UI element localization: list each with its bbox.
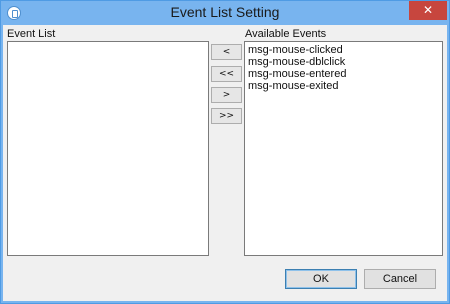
event-list-box[interactable] [7,41,209,256]
list-item[interactable]: msg-mouse-clicked [245,44,442,56]
event-list-label: Event List [7,28,56,40]
move-right-button[interactable]: > [211,87,242,103]
move-left-button[interactable]: < [211,44,242,60]
close-button[interactable]: ✕ [409,1,447,20]
move-all-left-button[interactable]: << [211,66,242,82]
move-all-right-button[interactable]: >> [211,108,242,124]
available-events-label: Available Events [245,28,327,40]
dialog-body: Event List < << > >> Available Events ms… [3,25,447,301]
event-list-setting-dialog: Event List Setting ✕ Event List < << > >… [0,0,450,304]
available-events-box[interactable]: msg-mouse-clicked msg-mouse-dblclick msg… [244,41,443,256]
list-item[interactable]: msg-mouse-entered [245,68,442,80]
window-title: Event List Setting [170,4,280,20]
cancel-button[interactable]: Cancel [364,269,436,289]
list-item[interactable]: msg-mouse-exited [245,80,442,92]
list-item[interactable]: msg-mouse-dblclick [245,56,442,68]
ok-button[interactable]: OK [285,269,357,289]
title-bar[interactable]: Event List Setting ✕ [1,1,449,25]
close-icon: ✕ [422,3,434,17]
